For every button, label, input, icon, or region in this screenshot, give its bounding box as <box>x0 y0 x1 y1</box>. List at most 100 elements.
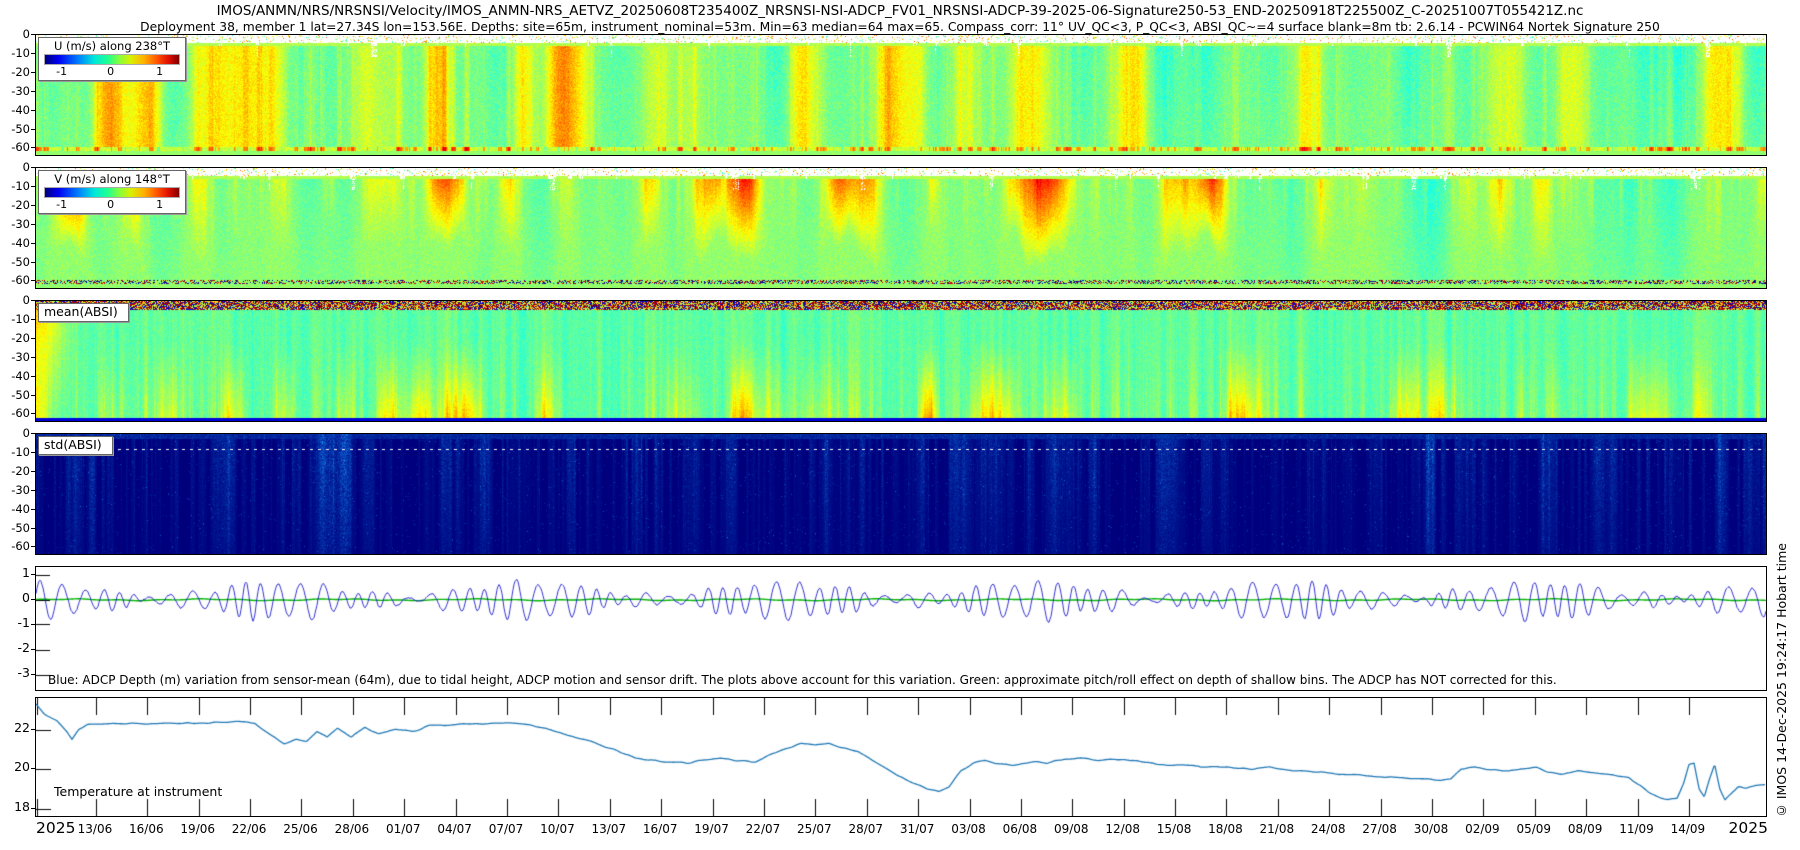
std-absi-label: std(ABSI) <box>38 436 113 455</box>
y-tick-label: -60 <box>0 539 30 553</box>
y-axis-tick-mark <box>31 599 35 600</box>
y-axis-tick-mark <box>31 624 35 625</box>
y-axis-tick-mark <box>31 433 35 434</box>
figure-title-filename: IMOS/ANMN/NRS/NRSNSI/Velocity/IMOS_ANMN-… <box>0 3 1800 19</box>
y-axis-tick-mark <box>31 147 35 148</box>
y-tick-label: -60 <box>0 406 30 420</box>
copyright-stamp: © IMOS 14-Dec-2025 19:24:17 Hobart time <box>1774 543 1789 818</box>
y-axis-tick-mark <box>31 452 35 453</box>
y-tick-label: 0 <box>0 426 30 440</box>
u-colorbar-gradient <box>44 54 180 65</box>
y-tick-label: -40 <box>0 369 30 383</box>
y-axis-tick-mark <box>31 129 35 130</box>
panel-mean-absi: mean(ABSI) <box>35 300 1767 422</box>
y-tick-label: -60 <box>0 273 30 287</box>
panel-std-absi: std(ABSI) <box>35 433 1767 555</box>
y-tick-label: 18 <box>0 800 30 814</box>
v-colorbar-ticks: -1 0 1 <box>42 198 182 211</box>
y-axis-tick-mark <box>31 300 35 301</box>
y-tick-label: -50 <box>0 521 30 535</box>
temperature-line-canvas <box>36 698 1766 816</box>
y-axis-tick-mark <box>31 91 35 92</box>
y-tick-label: 1 <box>0 566 30 580</box>
y-axis-tick-mark <box>31 186 35 187</box>
y-tick-label: -50 <box>0 255 30 269</box>
y-tick-label: -2 <box>0 641 30 655</box>
y-tick-label: -3 <box>0 666 30 680</box>
y-tick-label: -30 <box>0 350 30 364</box>
adcp-figure: IMOS/ANMN/NRS/NRSNSI/Velocity/IMOS_ANMN-… <box>0 0 1800 850</box>
y-tick-label: -1 <box>0 616 30 630</box>
y-tick-label: -20 <box>0 464 30 478</box>
y-axis-tick-mark <box>31 243 35 244</box>
x-date-tick-label: 14/09 <box>1658 822 1718 836</box>
y-axis-tick-mark <box>31 729 35 730</box>
y-tick-label: 0 <box>0 293 30 307</box>
y-tick-label: 0 <box>0 591 30 605</box>
y-axis-tick-mark <box>31 262 35 263</box>
y-axis-tick-mark <box>31 72 35 73</box>
y-tick-label: -50 <box>0 388 30 402</box>
u-colorbar-ticks: -1 0 1 <box>42 65 182 78</box>
u-cbar-tick-pos1: 1 <box>156 65 163 78</box>
u-colorbar-legend: U (m/s) along 238°T -1 0 1 <box>38 37 186 81</box>
y-axis-tick-mark <box>31 574 35 575</box>
y-axis-tick-mark <box>31 34 35 35</box>
panel-temperature: Temperature at instrument <box>35 697 1767 817</box>
y-tick-label: -30 <box>0 217 30 231</box>
y-axis-tick-mark <box>31 224 35 225</box>
mean-absi-label: mean(ABSI) <box>38 303 129 322</box>
figure-subtitle-deployment: Deployment 38, member 1 lat=27.34S lon=1… <box>0 20 1800 34</box>
y-tick-label: -20 <box>0 65 30 79</box>
y-tick-label: -50 <box>0 122 30 136</box>
depth-variation-line-canvas <box>36 567 1766 690</box>
y-axis-tick-mark <box>31 808 35 809</box>
y-tick-label: -20 <box>0 198 30 212</box>
u-legend-title: U (m/s) along 238°T <box>42 39 182 53</box>
v-cbar-tick-zero: 0 <box>107 198 114 211</box>
y-axis-tick-mark <box>31 205 35 206</box>
v-colorbar-gradient <box>44 187 180 198</box>
y-axis-tick-mark <box>31 509 35 510</box>
y-axis-tick-mark <box>31 338 35 339</box>
y-tick-label: -60 <box>0 140 30 154</box>
y-axis-tick-mark <box>31 395 35 396</box>
y-axis-tick-mark <box>31 357 35 358</box>
y-axis-tick-mark <box>31 413 35 414</box>
y-axis-tick-mark <box>31 546 35 547</box>
y-tick-label: 20 <box>0 760 30 774</box>
y-tick-label: -40 <box>0 236 30 250</box>
y-axis-tick-mark <box>31 768 35 769</box>
v-cbar-tick-neg1: -1 <box>56 198 67 211</box>
y-axis-tick-mark <box>31 674 35 675</box>
std-absi-heatmap-canvas <box>36 434 1766 554</box>
v-cbar-tick-pos1: 1 <box>156 198 163 211</box>
y-tick-label: -20 <box>0 331 30 345</box>
y-axis-tick-mark <box>31 53 35 54</box>
panel-v-velocity: V (m/s) along 148°T -1 0 1 <box>35 167 1767 289</box>
u-cbar-tick-neg1: -1 <box>56 65 67 78</box>
y-axis-tick-mark <box>31 649 35 650</box>
y-tick-label: -10 <box>0 46 30 60</box>
y-axis-tick-mark <box>31 471 35 472</box>
y-axis-tick-mark <box>31 490 35 491</box>
y-axis-tick-mark <box>31 167 35 168</box>
y-tick-label: -10 <box>0 312 30 326</box>
y-axis-tick-mark <box>31 280 35 281</box>
y-axis-tick-mark <box>31 110 35 111</box>
v-legend-title: V (m/s) along 148°T <box>42 172 182 186</box>
y-tick-label: 22 <box>0 721 30 735</box>
y-axis-tick-mark <box>31 376 35 377</box>
y-tick-label: -30 <box>0 483 30 497</box>
depth-variation-annotation: Blue: ADCP Depth (m) variation from sens… <box>48 673 1557 687</box>
y-axis-tick-mark <box>31 528 35 529</box>
u-cbar-tick-zero: 0 <box>107 65 114 78</box>
y-tick-label: -10 <box>0 179 30 193</box>
panel-depth-variation: Blue: ADCP Depth (m) variation from sens… <box>35 566 1767 691</box>
y-tick-label: -10 <box>0 445 30 459</box>
y-tick-label: -40 <box>0 502 30 516</box>
panel-u-velocity: U (m/s) along 238°T -1 0 1 <box>35 34 1767 156</box>
y-tick-label: 0 <box>0 27 30 41</box>
v-velocity-heatmap-canvas <box>36 168 1766 288</box>
temperature-label: Temperature at instrument <box>54 784 222 799</box>
